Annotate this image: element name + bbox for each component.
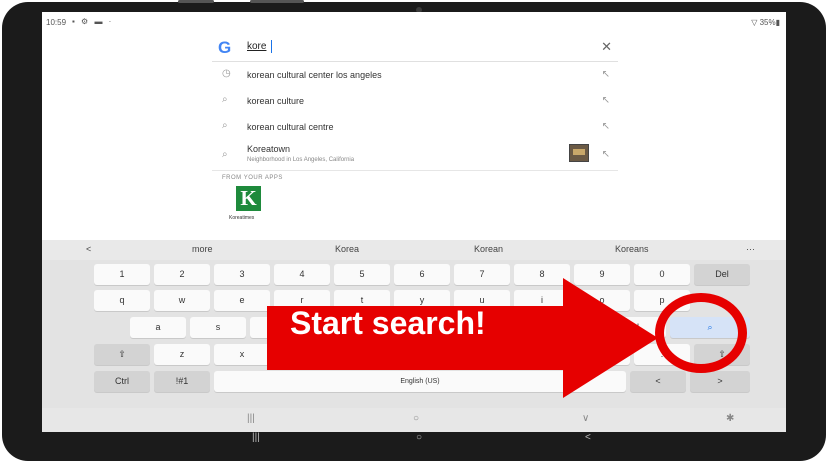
fill-query-icon[interactable]: ↖	[602, 95, 610, 106]
battery-indicator: ▽ 35%▮	[751, 18, 780, 27]
key[interactable]: z	[154, 344, 210, 365]
koreatimes-app-icon[interactable]: K	[236, 186, 261, 211]
key[interactable]: 2	[154, 264, 210, 285]
system-nav-bar: ||| ○ <	[0, 432, 828, 450]
prediction-item[interactable]: Korea	[335, 244, 359, 254]
suggestion-text: korean culture	[247, 96, 305, 106]
key[interactable]: s	[190, 317, 246, 338]
notification-icons: ▪ ⚙ ▬ ·	[72, 17, 114, 26]
annotation-label: Start search!	[290, 305, 486, 341]
search-bar[interactable]: G kore ✕	[212, 32, 618, 62]
keyboard-nav-bar: ||| ○ ∨ ✱	[42, 408, 786, 432]
search-icon: ⌕	[222, 149, 228, 160]
history-icon: ◷	[222, 68, 231, 79]
delete-key[interactable]: Del	[694, 264, 750, 285]
prediction-back-icon[interactable]: <	[86, 244, 91, 254]
status-time: 10:59	[46, 18, 67, 27]
app-name: Koreatimes	[229, 215, 255, 221]
search-input[interactable]: kore	[247, 41, 266, 52]
suggestion-item[interactable]: ⌕ korean cultural centre ↖	[212, 114, 618, 140]
accessibility-icon[interactable]: ✱	[726, 413, 734, 424]
prediction-item[interactable]: Koreans	[615, 244, 649, 254]
volume-button	[178, 0, 214, 3]
shift-key[interactable]: ⇧	[94, 344, 150, 365]
app-suggestion[interactable]: K Koreatimes	[212, 185, 618, 225]
recents-icon[interactable]: |||	[252, 432, 260, 443]
suggestion-text: korean cultural centre	[247, 122, 334, 132]
text-cursor	[271, 40, 272, 53]
suggestion-text: korean cultural center los angeles	[247, 70, 382, 80]
key[interactable]: e	[214, 290, 270, 311]
fill-query-icon[interactable]: ↖	[602, 121, 610, 132]
google-logo-icon: G	[218, 38, 232, 57]
suggestion-item[interactable]: ⌕ Koreatown Neighborhood in Los Angeles,…	[212, 140, 618, 170]
search-icon: ⌕	[222, 120, 228, 131]
home-icon[interactable]: ○	[416, 432, 422, 443]
prediction-item[interactable]: more	[192, 244, 213, 254]
prediction-bar: < more Korea Korean Koreans ···	[42, 240, 786, 260]
hide-keyboard-icon[interactable]: ∨	[582, 413, 589, 424]
suggestion-text: Koreatown	[247, 144, 291, 154]
home-icon[interactable]: ○	[413, 413, 419, 424]
prediction-item[interactable]: Korean	[474, 244, 503, 254]
from-apps-label: FROM YOUR APPS	[222, 175, 283, 181]
annotation-circle	[655, 293, 747, 373]
search-icon: ⌕	[222, 94, 228, 105]
back-icon[interactable]: <	[585, 432, 591, 443]
suggestion-item[interactable]: ⌕ korean culture ↖	[212, 88, 618, 114]
power-button	[250, 0, 304, 3]
key[interactable]: a	[130, 317, 186, 338]
fill-query-icon[interactable]: ↖	[602, 69, 610, 80]
suggestion-item[interactable]: ◷ korean cultural center los angeles ↖	[212, 62, 618, 88]
status-bar: 10:59 ▪ ⚙ ▬ · ▽ 35%▮	[42, 12, 786, 32]
recents-icon[interactable]: |||	[247, 413, 255, 424]
symbols-key[interactable]: !#1	[154, 371, 210, 392]
key[interactable]: 1	[94, 264, 150, 285]
key[interactable]: w	[154, 290, 210, 311]
key[interactable]: x	[214, 344, 270, 365]
arrow-right-key[interactable]: >	[690, 371, 750, 392]
key[interactable]: 3	[214, 264, 270, 285]
clear-icon[interactable]: ✕	[601, 39, 612, 55]
from-apps-header: FROM YOUR APPS	[212, 171, 618, 185]
prediction-more-icon[interactable]: ···	[746, 244, 755, 254]
place-thumbnail	[569, 144, 589, 162]
fill-query-icon[interactable]: ↖	[602, 149, 610, 160]
suggestion-subtitle: Neighborhood in Los Angeles, California	[247, 157, 355, 163]
search-panel: G kore ✕ ◷ korean cultural center los an…	[212, 32, 618, 225]
ctrl-key[interactable]: Ctrl	[94, 371, 150, 392]
key[interactable]: q	[94, 290, 150, 311]
